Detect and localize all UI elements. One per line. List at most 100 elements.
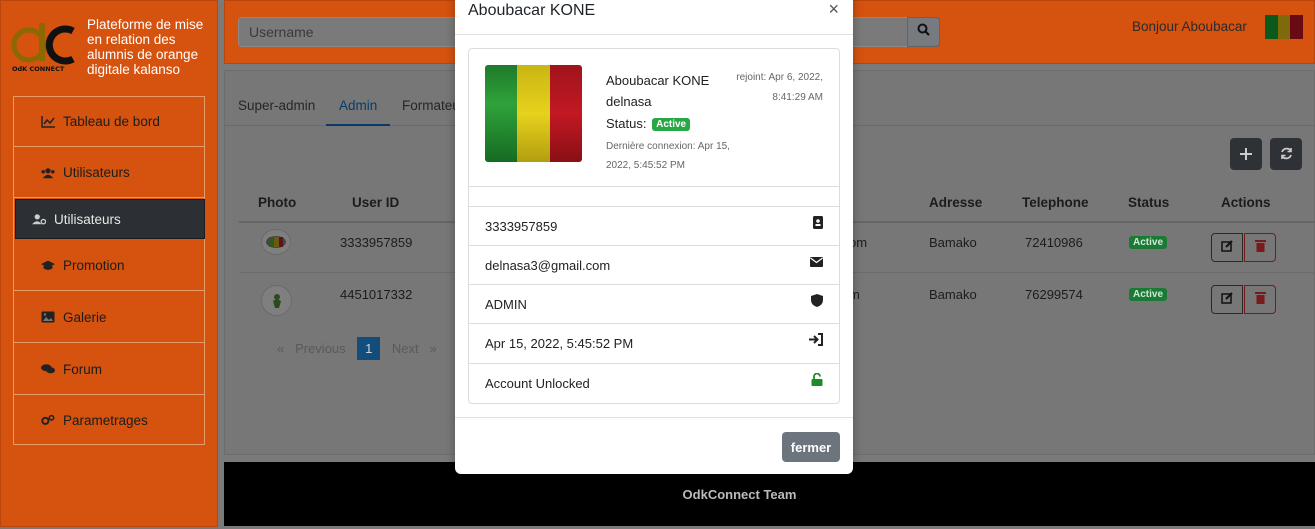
- profile-username: delnasa: [606, 94, 652, 109]
- profile-name: Aboubacar KONE: [606, 73, 710, 88]
- card-divider: [469, 186, 839, 187]
- sidebar-item-label: Promotion: [63, 257, 125, 273]
- sidebar-item-label: Utilisateurs: [63, 165, 130, 180]
- user-greeting: Bonjour Aboubacar: [1132, 19, 1247, 34]
- prev-glyph: «: [277, 341, 285, 356]
- user-photo: [261, 285, 292, 316]
- cell-telephone: 76299574: [1025, 287, 1083, 302]
- search-icon: [917, 23, 930, 41]
- refresh-button[interactable]: [1270, 138, 1302, 170]
- sidebar-item-label: Parametrages: [63, 412, 148, 428]
- plus-icon: [1240, 144, 1252, 165]
- brand-tagline: Plateforme de mise en relation des alumn…: [87, 17, 204, 77]
- column-header-actions: Actions: [1221, 195, 1271, 210]
- refresh-icon: [1280, 144, 1293, 165]
- odk-logo[interactable]: OdK CONNECT: [9, 15, 79, 73]
- image-icon: [41, 311, 55, 323]
- footer-text: OdkConnect Team: [682, 486, 797, 502]
- chart-line-icon: [41, 115, 55, 128]
- status-badge: Active: [1129, 288, 1168, 301]
- sidebar-item-label: Galerie: [63, 309, 107, 325]
- column-header-adresse: Adresse: [929, 195, 983, 210]
- trash-icon: [1254, 291, 1266, 309]
- add-user-button[interactable]: [1230, 138, 1262, 170]
- sidebar-item-galerie[interactable]: Galerie: [14, 292, 204, 343]
- shield-icon: [811, 294, 823, 310]
- close-icon[interactable]: ×: [828, 0, 839, 18]
- edit-icon: [1220, 239, 1234, 257]
- tab-admin[interactable]: Admin: [326, 98, 391, 126]
- detail-value: 3333957859: [485, 218, 558, 234]
- sidebar-item-parametrages[interactable]: Parametrages: [14, 396, 204, 444]
- delete-button[interactable]: [1244, 233, 1276, 262]
- detail-user-id: 3333957859: [469, 206, 839, 245]
- column-header-photo: Photo: [258, 195, 297, 210]
- user-photo: [261, 229, 291, 255]
- modal-header: Aboubacar KONE ×: [455, 0, 853, 35]
- envelope-icon: [810, 255, 823, 270]
- detail-value: ADMIN: [485, 296, 527, 312]
- sidebar-item-label: Tableau de bord: [63, 114, 160, 129]
- edit-button[interactable]: [1211, 233, 1243, 262]
- joined-date: rejoint: Apr 6, 2022, 8:41:29 AM: [736, 72, 823, 103]
- detail-value: Account Unlocked: [485, 376, 590, 391]
- column-header-user-id: User ID: [352, 195, 400, 210]
- profile-status: Status: Active: [606, 116, 691, 132]
- delete-button[interactable]: [1244, 285, 1276, 314]
- graduation-cap-icon: [41, 259, 55, 271]
- detail-account-status: Account Unlocked: [469, 363, 839, 403]
- detail-email: delnasa3@gmail.com: [469, 245, 839, 284]
- sidebar-item-label: Forum: [63, 361, 103, 377]
- tab-super-admin[interactable]: Super-admin: [238, 98, 315, 113]
- cell-telephone: 72410986: [1025, 235, 1083, 250]
- column-header-status: Status: [1128, 195, 1170, 210]
- status-badge: Active: [652, 118, 691, 132]
- status-badge: Active: [1129, 236, 1168, 249]
- pagination-prev[interactable]: « Previous: [277, 341, 346, 356]
- profile-photo: [485, 65, 582, 162]
- user-detail-modal: Aboubacar KONE × Aboubacar KONE delnasa …: [455, 0, 853, 474]
- svg-text:OdK CONNECT: OdK CONNECT: [12, 65, 65, 73]
- unlock-icon: [811, 372, 823, 389]
- sidebar: OdK CONNECT Plateforme de mise en relati…: [0, 0, 218, 527]
- close-button[interactable]: fermer: [782, 432, 840, 462]
- sidebar-item-promotion[interactable]: Promotion: [14, 240, 204, 291]
- sidebar-item-label: Utilisateurs: [54, 211, 121, 227]
- users-icon: [41, 167, 55, 179]
- prev-label: Previous: [295, 341, 346, 356]
- status-label: Status:: [606, 116, 647, 131]
- modal-footer: fermer: [455, 417, 853, 474]
- detail-value: delnasa3@gmail.com: [485, 257, 611, 273]
- sidebar-item-utilisateurs[interactable]: Utilisateurs: [14, 148, 204, 198]
- last-login: Dernière connexion: Apr 15, 2022, 5:45:5…: [606, 141, 730, 171]
- cell-adresse: Bamako: [929, 287, 977, 302]
- modal-title: Aboubacar KONE: [468, 2, 596, 19]
- sidebar-menu: Tableau de bord Utilisateurs Utilisateur…: [13, 96, 205, 445]
- profile-card: Aboubacar KONE delnasa Status: Active De…: [468, 48, 840, 404]
- cell-user-id: 4451017332: [340, 287, 413, 302]
- cell-adresse: Bamako: [929, 235, 977, 250]
- pagination: « Previous 1 Next »: [277, 337, 437, 360]
- sign-in-icon: [809, 333, 823, 349]
- column-header-telephone: Telephone: [1022, 195, 1089, 210]
- id-card-icon: [813, 216, 823, 232]
- sidebar-item-forum[interactable]: Forum: [14, 344, 204, 395]
- trash-icon: [1254, 239, 1266, 257]
- next-label: Next: [391, 341, 419, 356]
- search-button[interactable]: [907, 17, 940, 47]
- detail-last-login: Apr 15, 2022, 5:45:52 PM: [469, 323, 839, 363]
- comments-icon: [41, 363, 55, 375]
- next-glyph: »: [429, 341, 437, 356]
- avatar[interactable]: [1265, 15, 1304, 39]
- sidebar-item-tableau-de-bord[interactable]: Tableau de bord: [14, 97, 204, 147]
- user-cog-icon: [32, 213, 46, 225]
- edit-button[interactable]: [1211, 285, 1243, 314]
- cell-user-id: 3333957859: [340, 235, 413, 250]
- sidebar-item-utilisateurs-admin[interactable]: Utilisateurs: [15, 199, 205, 239]
- pagination-next[interactable]: Next »: [392, 341, 437, 356]
- detail-value: Apr 15, 2022, 5:45:52 PM: [485, 336, 634, 351]
- pagination-page-1[interactable]: 1: [357, 337, 381, 360]
- detail-role: ADMIN: [469, 284, 839, 323]
- edit-icon: [1220, 291, 1234, 309]
- cogs-icon: [41, 414, 55, 426]
